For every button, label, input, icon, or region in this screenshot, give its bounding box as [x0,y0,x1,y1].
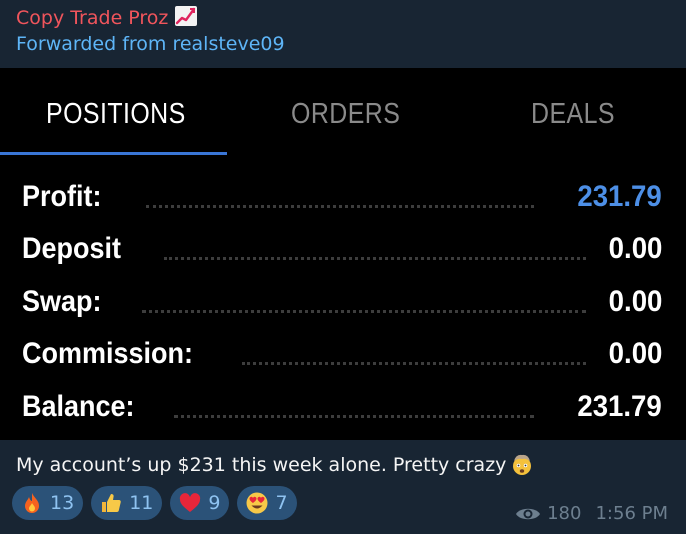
view-count: 180 [547,503,582,524]
row-label: Balance: [22,390,135,423]
summary-row-profit: Profit: 231.79 [22,177,662,217]
fire-icon [25,493,39,513]
tab-bar: POSITIONS ORDERS DEALS [0,68,686,155]
summary-row-swap: Swap: 0.00 [22,282,662,322]
sender-name-text: Copy Trade Proz [16,7,169,29]
dot-leader [146,201,534,208]
row-value: 231.79 [577,390,662,423]
reaction-heart[interactable]: 9 [170,486,230,520]
row-label: Profit: [22,180,102,213]
active-tab-indicator [0,152,227,155]
tab-orders: ORDERS [291,98,401,130]
reaction-count: 7 [275,492,288,514]
red-heart-icon [180,493,201,512]
summary-row-commission: Commission: 0.00 [22,334,662,374]
reaction-thumbs-up[interactable]: 11 [91,486,163,520]
message-time: 1:56 PM [595,503,668,524]
tab-deals: DEALS [531,98,615,130]
caption-text: My account’s up $231 this week alone. Pr… [16,454,507,476]
reaction-fire[interactable]: 13 [12,486,84,520]
row-label: Deposit [22,232,122,265]
row-label: Swap: [22,285,102,318]
exploding-head-icon [513,454,532,475]
forwarded-from[interactable]: Forwarded from realsteve09 [16,31,285,57]
reactions-bar: 13 11 9 7 [12,486,297,520]
dot-leader [242,358,586,365]
tab-positions: POSITIONS [46,98,186,130]
reaction-heart-eyes[interactable]: 7 [237,486,297,520]
row-label: Commission: [22,337,194,370]
dot-leader [142,306,586,313]
chart-increasing-icon [175,6,198,26]
row-value: 0.00 [608,232,662,265]
summary-row-deposit: Deposit 0.00 [22,229,662,269]
reaction-count: 9 [208,492,221,514]
sender-name[interactable]: Copy Trade Proz [16,5,285,31]
trading-screenshot[interactable]: POSITIONS ORDERS DEALS Profit: 231.79 De… [0,68,686,440]
dot-leader [174,411,534,418]
message-header: Copy Trade Proz Forwarded from realsteve… [16,5,285,57]
row-value: 0.00 [608,337,662,370]
dot-leader [164,253,586,260]
thumbs-up-icon [102,494,121,512]
reaction-count: 11 [129,492,154,514]
heart-eyes-icon [246,492,268,514]
message-meta: 180 1:56 PM [515,503,668,524]
message-caption: My account’s up $231 this week alone. Pr… [16,452,534,478]
eye-icon [516,508,541,519]
reaction-count: 13 [50,492,75,514]
row-value: 231.79 [577,180,662,213]
row-value: 0.00 [608,285,662,318]
summary-row-balance: Balance: 231.79 [22,387,662,427]
message-bubble: Copy Trade Proz Forwarded from realsteve… [0,0,686,534]
